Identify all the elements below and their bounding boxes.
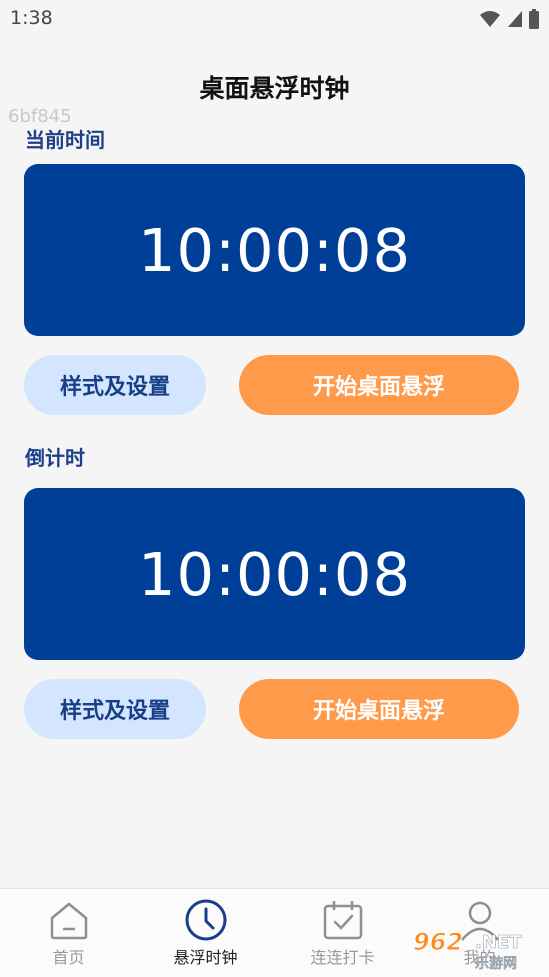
svg-text:962: 962 (413, 928, 463, 956)
page-title: 桌面悬浮时钟 (199, 74, 350, 103)
current-time-label: 当前时间 (25, 128, 105, 152)
nav-label-home: 首页 (52, 948, 85, 967)
nav-item-home[interactable]: 首页 (0, 889, 137, 977)
countdown-display: 10:00:08 (138, 539, 411, 609)
wifi-icon (480, 11, 500, 27)
calendar-check-icon (323, 901, 362, 940)
signal-icon (508, 11, 522, 27)
status-bar: 1:38 (0, 0, 549, 38)
clock-icon (185, 899, 226, 941)
current-start-float-button[interactable]: 开始桌面悬浮 (239, 355, 519, 415)
current-style-settings-button[interactable]: 样式及设置 (24, 355, 206, 415)
countdown-start-float-button[interactable]: 开始桌面悬浮 (239, 679, 519, 739)
svg-text:.NET: .NET (475, 932, 522, 953)
home-icon (50, 902, 87, 940)
nav-item-checkin[interactable]: 连连打卡 (274, 889, 411, 977)
status-icons (479, 9, 539, 29)
status-time: 1:38 (10, 7, 53, 29)
countdown-label: 倒计时 (25, 446, 85, 470)
nav-item-float-clock[interactable]: 悬浮时钟 (137, 889, 274, 977)
current-time-display: 10:00:08 (138, 215, 411, 285)
countdown-style-settings-button[interactable]: 样式及设置 (24, 679, 206, 739)
nav-label-float-clock: 悬浮时钟 (173, 948, 238, 967)
countdown-card: 10:00:08 (24, 488, 525, 660)
battery-icon (529, 9, 539, 29)
nav-label-checkin: 连连打卡 (310, 948, 375, 967)
svg-text:乐游网: 乐游网 (475, 955, 517, 972)
site-watermark-logo: 962 .NET 乐游网 (413, 928, 523, 973)
current-time-card: 10:00:08 (24, 164, 525, 336)
